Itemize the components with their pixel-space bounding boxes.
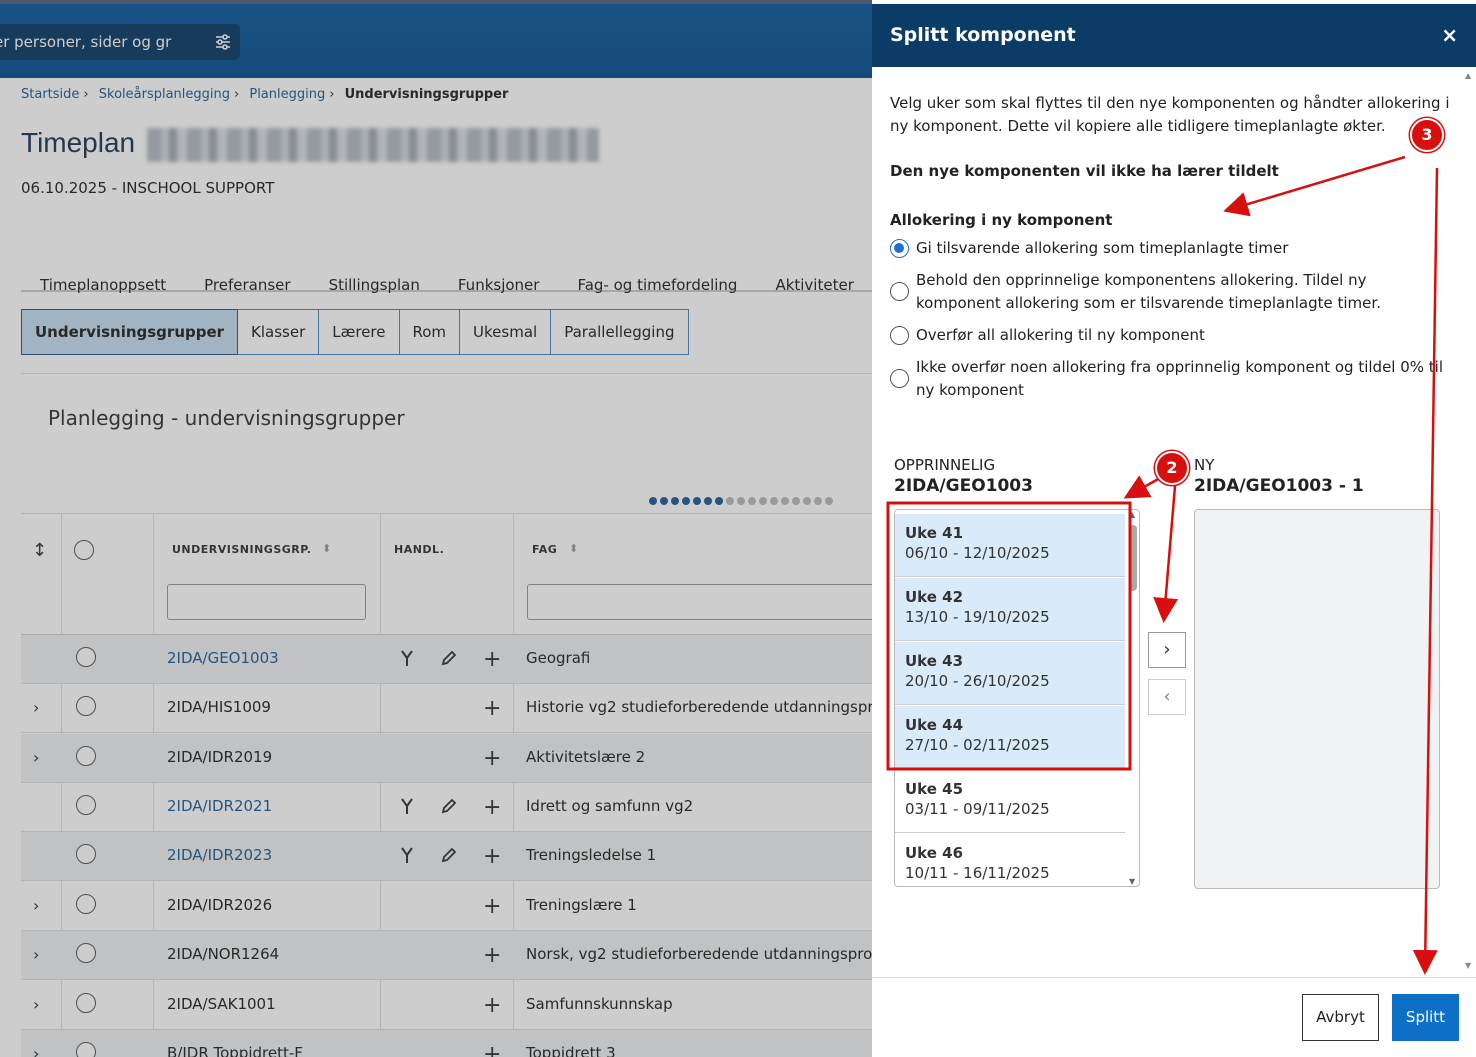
scrollbar-thumb[interactable] — [1129, 525, 1137, 591]
week-item[interactable]: Uke 43 20/10 - 26/10/2025 — [895, 642, 1125, 705]
week-number: Uke 44 — [905, 716, 964, 734]
radio-option-equal[interactable]: Gi tilsvarende allokering som timeplanla… — [890, 237, 1450, 260]
scroll-down-icon[interactable]: ▼ — [1465, 961, 1471, 970]
split-button[interactable]: Splitt — [1392, 994, 1459, 1041]
dialog-warning: Den nye komponenten vil ikke ha lærer ti… — [890, 162, 1279, 180]
cancel-button[interactable]: Avbryt — [1302, 994, 1379, 1041]
dialog-intro: Velg uker som skal flyttes til den nye k… — [890, 94, 1450, 135]
radio-label: Overfør all allokering til ny komponent — [916, 326, 1205, 344]
radio-label: Behold den opprinnelige komponentens all… — [916, 271, 1381, 312]
week-number: Uke 46 — [905, 844, 964, 862]
week-range: 10/11 - 16/11/2025 — [905, 864, 1050, 882]
week-number: Uke 42 — [905, 588, 964, 606]
list-scrollbar[interactable]: ▲ ▼ — [1127, 510, 1139, 886]
radio-button[interactable] — [890, 326, 909, 345]
new-name: 2IDA/GEO1003 - 1 — [1194, 476, 1364, 496]
week-range: 06/10 - 12/10/2025 — [905, 544, 1050, 562]
background-page: er personer, sider og gru Startside › Sko… — [0, 0, 872, 1057]
week-item[interactable]: Uke 45 03/11 - 09/11/2025 — [895, 770, 1125, 833]
modal-backdrop[interactable] — [0, 0, 872, 1057]
dialog-scrollbar[interactable]: ▲ ▼ — [1464, 67, 1476, 977]
radio-button[interactable] — [890, 369, 909, 388]
radio-option-none[interactable]: Ikke overfør noen allokering fra opprinn… — [890, 356, 1450, 402]
close-icon[interactable]: × — [1441, 23, 1458, 47]
radio-option-keep[interactable]: Behold den opprinnelige komponentens all… — [890, 269, 1450, 315]
original-weeks-list[interactable]: Uke 41 06/10 - 12/10/2025 Uke 42 13/10 - 19… — [894, 509, 1140, 887]
dialog-header: Splitt komponent × — [872, 4, 1476, 67]
radio-label: Gi tilsvarende allokering som timeplanla… — [916, 239, 1289, 257]
week-range: 27/10 - 02/11/2025 — [905, 736, 1050, 754]
week-item[interactable]: Uke 41 06/10 - 12/10/2025 — [895, 514, 1125, 577]
move-left-button[interactable]: ‹ — [1148, 679, 1186, 715]
move-right-button[interactable]: › — [1148, 632, 1186, 668]
new-label: NY — [1194, 456, 1215, 474]
week-item[interactable]: Uke 42 13/10 - 19/10/2025 — [895, 578, 1125, 641]
dialog-footer — [872, 977, 1476, 1057]
radio-button[interactable] — [890, 239, 909, 258]
radio-label: Ikke overfør noen allokering fra opprinn… — [916, 358, 1444, 399]
original-label: OPPRINNELIG — [894, 456, 996, 474]
radio-option-transfer-all[interactable]: Overfør all allokering til ny komponent — [890, 324, 1450, 347]
original-name: 2IDA/GEO1003 — [894, 476, 1033, 496]
week-item[interactable]: Uke 44 27/10 - 02/11/2025 — [895, 706, 1125, 769]
scroll-down-icon[interactable]: ▼ — [1129, 877, 1135, 886]
week-range: 20/10 - 26/10/2025 — [905, 672, 1050, 690]
week-number: Uke 43 — [905, 652, 964, 670]
new-weeks-list[interactable] — [1194, 509, 1440, 889]
week-range: 13/10 - 19/10/2025 — [905, 608, 1050, 626]
week-item[interactable]: Uke 46 10/11 - 16/11/2025 — [895, 834, 1125, 886]
radio-button[interactable] — [890, 282, 909, 301]
annotation-badge-2: 2 — [1155, 451, 1189, 485]
week-number: Uke 41 — [905, 524, 964, 542]
scroll-up-icon[interactable]: ▲ — [1465, 71, 1471, 80]
allocation-heading: Allokering i ny komponent — [890, 211, 1113, 229]
week-number: Uke 45 — [905, 780, 964, 798]
dialog-title: Splitt komponent — [890, 24, 1076, 46]
annotation-badge-3: 3 — [1410, 118, 1444, 152]
week-range: 03/11 - 09/11/2025 — [905, 800, 1050, 818]
split-component-dialog: Splitt komponent × Velg uker som skal fl… — [872, 4, 1476, 1057]
scroll-up-icon[interactable]: ▲ — [1129, 510, 1135, 519]
